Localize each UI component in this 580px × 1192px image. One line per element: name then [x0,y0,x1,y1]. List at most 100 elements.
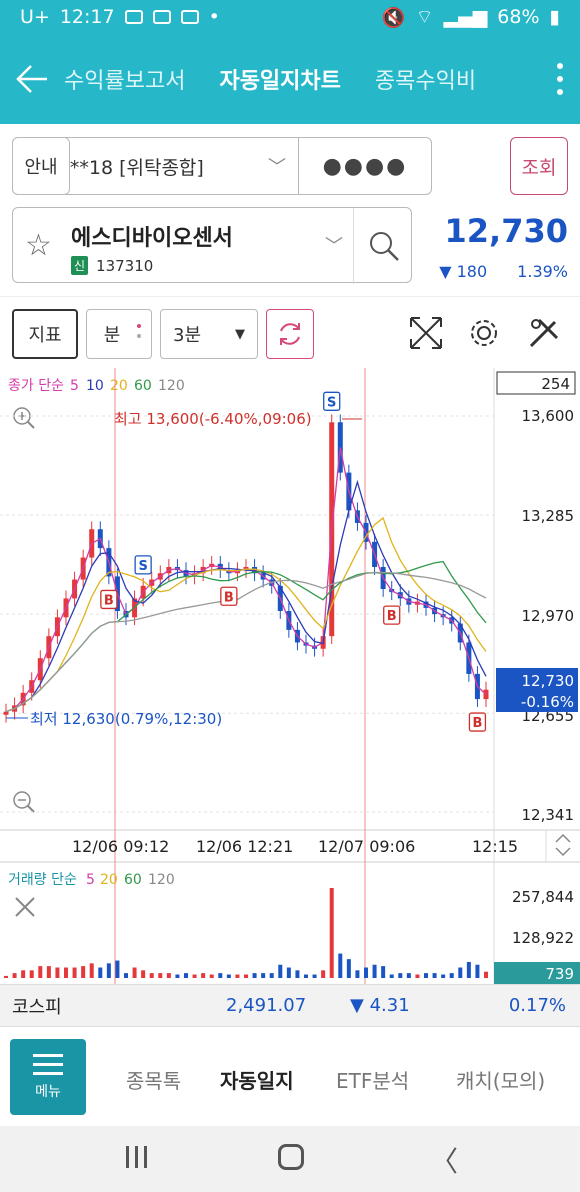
volume-bar [364,967,368,978]
svg-text:B: B [387,609,397,624]
interval-select[interactable]: 3분 ▼ [160,309,258,359]
nav-catch-mock[interactable]: 캐치(모의) [456,1065,545,1094]
volume-current: 739 [545,965,574,983]
menu-label: 메뉴 [35,1083,61,1100]
minute-label: 분 [103,325,121,346]
search-icon[interactable] [353,208,413,284]
indicator-button[interactable]: 지표 [12,309,78,359]
volume-bar [55,967,60,978]
volume-bar [415,974,420,978]
stock-selector[interactable]: ☆ 에스디바이오센서 신 137310 ﹀ [12,207,413,284]
volume-tick-label: 128,922 [512,929,574,947]
volume-bar [304,974,308,978]
guide-button[interactable]: 안내 [12,137,70,195]
volume-bar [64,967,68,978]
volume-bar [475,964,480,978]
volume-bar [218,973,223,978]
nav-auto-journal[interactable]: 자동일지 [220,1065,294,1094]
minute-button[interactable]: 분 [86,309,152,359]
volume-bar [115,960,120,978]
price-change: ▼ 180 [439,262,488,281]
mute-icon: 🔇 [381,6,406,29]
current-price-tag: 12,730 [522,672,575,690]
volume-bar [149,973,154,978]
chevron-down-icon[interactable]: ﹀ [325,232,343,258]
legend-ma10: 10 [86,378,104,394]
volume-bar [141,970,146,978]
bar-count-box: 254 [541,375,570,393]
recent-apps-icon[interactable] [126,1146,147,1168]
tab-auto-journal-chart[interactable]: 자동일지차트 [219,63,340,95]
buy-signal-marker: B [468,712,487,732]
refresh-button[interactable] [266,309,314,359]
legend-ma20: 20 [110,378,128,394]
query-button[interactable]: 조회 [510,137,568,195]
password-field[interactable]: ●●●● [299,138,431,194]
market-change-pct: 0.17% [508,995,566,1016]
volume-legend-ma5: 5 [86,872,95,888]
buy-signal-marker: B [383,605,401,625]
scroll-arrows-icon[interactable] [555,833,571,857]
back-icon[interactable]: 〈 [430,1140,458,1180]
gear-icon[interactable] [464,313,504,353]
status-bar: U+ 12:17 • 🔇 ⌔ ▂▄▆ 68% ▮ [0,0,580,34]
price-legend-prefix: 종가 단순 [8,378,64,394]
account-selector[interactable]: ****-**18 [위탁종합] ﹀ ●●●● [12,137,432,195]
svg-text:S: S [327,395,336,410]
wifi-icon: ⌔ [415,6,434,28]
chart-canvas[interactable]: 종가 단순 5 10 20 60 120 254 13,600 13,285 1… [0,368,580,984]
volume-bar [458,967,463,978]
price-change-pct: 1.39% [517,262,568,281]
market-index-row[interactable]: 코스피 2,491.07 ▼ 4.31 0.17% [0,984,580,1026]
x-tick-label: 12:15 [472,837,518,856]
stock-name: 에스디바이오센서 [71,226,233,251]
bottom-nav: 메뉴 종목톡 자동일지 ETF분석 캐치(모의) [0,1026,580,1126]
favorite-star-icon[interactable]: ☆ [25,228,52,263]
volume-bar [389,974,394,978]
stock-chart[interactable]: 종가 단순 5 10 20 60 120 254 13,600 13,285 1… [0,368,580,984]
volume-bar [278,964,283,978]
battery-icon: ▮ [549,6,560,28]
nav-stock-talk[interactable]: 종목톡 [126,1065,181,1094]
app-notification-icon [180,10,199,24]
market-value: 2,491.07 [226,995,307,1016]
battery-level: 68% [497,6,540,28]
caret-down-icon: ▼ [235,326,245,342]
stock-code: 137310 [96,256,154,275]
chart-toolbar: 지표 분 3분 ▼ [0,296,580,368]
volume-bar [4,975,8,978]
volume-bar [466,961,471,978]
volume-bar [329,888,334,978]
home-icon[interactable] [278,1144,304,1170]
volume-bar [21,970,26,978]
signal-icon: ▂▄▆ [443,6,488,28]
volume-bar [312,974,317,978]
tab-stock-profit[interactable]: 종목수익비 [375,63,476,95]
volume-bar [269,973,274,978]
menu-button[interactable]: 메뉴 [10,1039,86,1115]
volume-bar [132,967,137,978]
tools-icon[interactable] [524,313,564,353]
y-tick-label: 12,970 [522,607,575,625]
close-icon[interactable] [15,897,35,917]
more-notifications-dot-icon: • [208,6,220,28]
expand-icon[interactable] [406,313,446,353]
nav-etf-analysis[interactable]: ETF분석 [336,1065,409,1094]
volume-bar [184,973,188,978]
back-arrow-icon[interactable] [0,34,64,124]
volume-bar [226,974,231,978]
volume-bar [381,966,386,978]
buy-signal-marker: B [100,589,118,610]
candle-body [3,711,9,715]
volume-bar [321,970,326,978]
stock-code-row: 신 137310 [71,256,153,275]
overflow-menu-icon[interactable] [540,34,580,124]
market-name: 코스피 [12,996,62,1018]
legend-ma60: 60 [134,378,152,394]
volume-bar [355,970,360,978]
volume-legend-ma60: 60 [124,872,142,888]
gallery-notification-icon [152,10,171,24]
x-tick-label: 12/06 09:12 [72,837,169,856]
tab-profit-report[interactable]: 수익률보고서 [64,63,185,95]
hamburger-icon [33,1053,63,1075]
